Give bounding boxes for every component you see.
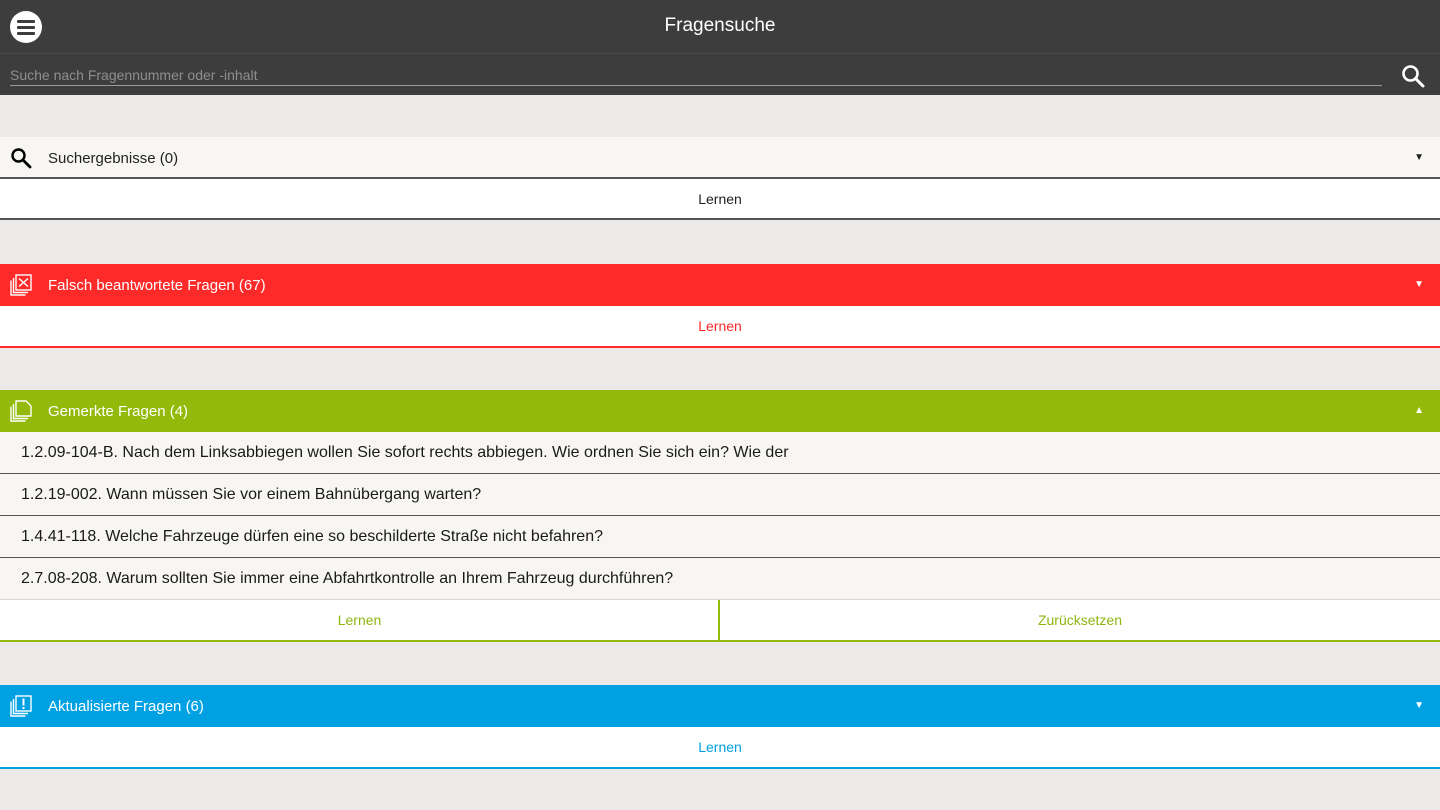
chevron-down-icon[interactable]: ▼	[1414, 152, 1424, 163]
marked-questions-learn-button[interactable]: Lernen	[0, 600, 719, 642]
chevron-down-icon[interactable]: ▼	[1414, 279, 1424, 290]
search-icon[interactable]	[1400, 63, 1426, 89]
wrong-questions-header[interactable]: Falsch beantwortete Fragen (67) ▼	[0, 264, 1440, 306]
search-results-header[interactable]: Suchergebnisse (0) ▼	[0, 137, 1440, 179]
chevron-up-icon[interactable]: ▲	[1414, 405, 1424, 416]
wrong-questions-icon	[10, 274, 32, 296]
marked-questions-header[interactable]: Gemerkte Fragen (4) ▲	[0, 390, 1440, 432]
wrong-questions-label: Falsch beantwortete Fragen (67)	[48, 277, 266, 294]
updated-questions-header[interactable]: Aktualisierte Fragen (6) ▼	[0, 685, 1440, 727]
search-results-learn-button[interactable]: Lernen	[0, 179, 1440, 220]
search-icon	[11, 148, 32, 169]
page-title: Fragensuche	[664, 15, 776, 36]
question-row[interactable]: 1.2.09-104-B. Nach dem Linksabbiegen wol…	[0, 432, 1440, 474]
question-row[interactable]: 1.4.41-118. Welche Fahrzeuge dürfen eine…	[0, 516, 1440, 558]
search-bar	[0, 53, 1440, 95]
search-input[interactable]	[10, 64, 1382, 86]
question-row[interactable]: 1.2.19-002. Wann müssen Sie vor einem Ba…	[0, 474, 1440, 516]
marked-questions-label: Gemerkte Fragen (4)	[48, 403, 189, 420]
search-results-label: Suchergebnisse (0)	[48, 150, 179, 167]
updated-questions-label: Aktualisierte Fragen (6)	[48, 698, 204, 715]
marked-questions-reset-button[interactable]: Zurücksetzen	[720, 600, 1440, 642]
top-bar: Fragensuche	[0, 0, 1440, 53]
wrong-questions-learn-button[interactable]: Lernen	[0, 306, 1440, 348]
updated-questions-icon	[10, 695, 32, 717]
marked-questions-icon	[10, 400, 32, 422]
updated-questions-learn-button[interactable]: Lernen	[0, 727, 1440, 769]
question-row[interactable]: 2.7.08-208. Warum sollten Sie immer eine…	[0, 558, 1440, 600]
chevron-down-icon[interactable]: ▼	[1414, 700, 1424, 711]
